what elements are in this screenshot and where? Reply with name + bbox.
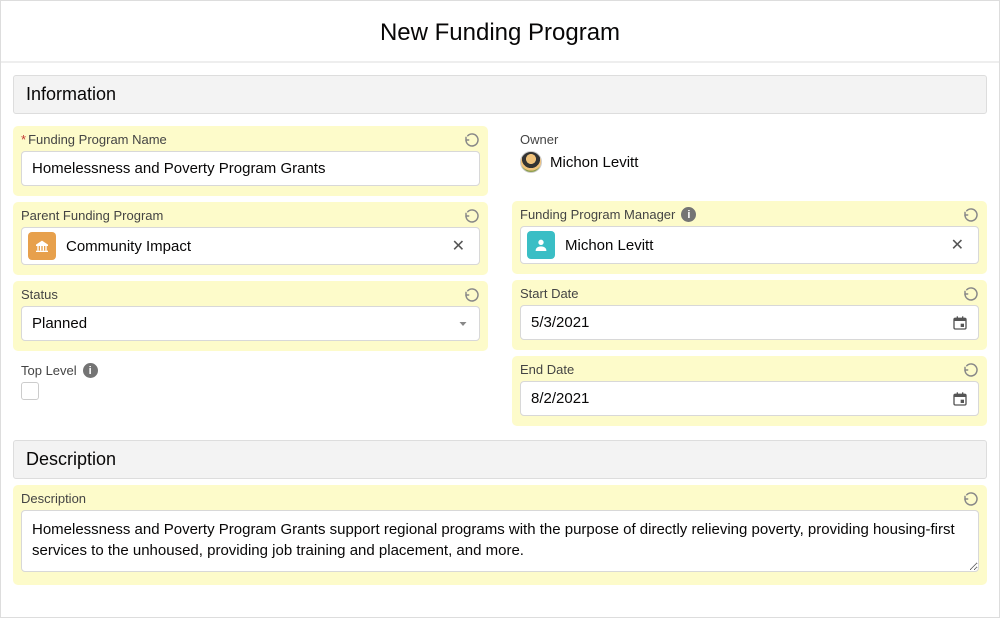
chevron-down-icon — [457, 318, 469, 330]
lookup-manager[interactable]: Michon Levitt ✕ — [520, 226, 979, 264]
avatar-icon — [520, 151, 542, 173]
checkbox-top-level[interactable] — [21, 382, 39, 400]
lookup-parent-value: Community Impact — [66, 238, 434, 255]
label-status: Status — [21, 287, 480, 302]
start-date-value: 5/3/2021 — [531, 314, 952, 331]
lookup-parent-funding-program[interactable]: Community Impact ✕ — [21, 227, 480, 265]
owner-name: Michon Levitt — [550, 154, 638, 171]
input-start-date[interactable]: 5/3/2021 — [520, 305, 979, 340]
select-status[interactable]: Planned — [21, 306, 480, 341]
form-body: *Funding Program Name Parent Funding Pro… — [1, 120, 999, 426]
label-top-level: Top Level i — [21, 363, 480, 378]
section-description-header: Description — [13, 440, 987, 479]
label-start-date: Start Date — [520, 286, 979, 301]
lookup-manager-value: Michon Levitt — [565, 237, 933, 254]
building-icon — [28, 232, 56, 260]
calendar-icon[interactable] — [952, 391, 968, 407]
label-description: Description — [21, 491, 979, 506]
modal-header: New Funding Program — [1, 1, 999, 63]
label-parent-funding-program: Parent Funding Program — [21, 208, 480, 223]
label-funding-program-manager: Funding Program Manager i — [520, 207, 979, 222]
label-owner: Owner — [520, 132, 979, 147]
clear-icon[interactable]: ✕ — [943, 235, 972, 255]
select-status-value: Planned — [32, 315, 87, 332]
field-status: Status Planned — [13, 281, 488, 351]
description-wrap: Description — [1, 485, 999, 585]
field-end-date: End Date 8/2/2021 — [512, 356, 987, 426]
input-funding-program-name[interactable] — [21, 151, 480, 186]
right-column: Owner Michon Levitt Funding Program Mana… — [512, 120, 987, 426]
required-asterisk: * — [21, 132, 26, 147]
left-column: *Funding Program Name Parent Funding Pro… — [13, 120, 488, 426]
input-end-date[interactable]: 8/2/2021 — [520, 381, 979, 416]
calendar-icon[interactable] — [952, 315, 968, 331]
field-funding-program-name: *Funding Program Name — [13, 126, 488, 196]
undo-icon[interactable] — [464, 208, 480, 224]
field-description: Description — [13, 485, 987, 585]
field-top-level: Top Level i — [13, 357, 488, 410]
label-funding-program-name: *Funding Program Name — [21, 132, 480, 147]
textarea-description[interactable] — [21, 510, 979, 572]
owner-value-row: Michon Levitt — [520, 151, 979, 173]
undo-icon[interactable] — [464, 132, 480, 148]
user-icon — [527, 231, 555, 259]
modal-container: New Funding Program Information *Funding… — [0, 0, 1000, 618]
undo-icon[interactable] — [464, 287, 480, 303]
modal-title: New Funding Program — [1, 19, 999, 47]
field-owner: Owner Michon Levitt — [512, 126, 987, 183]
field-parent-funding-program: Parent Funding Program Community Impact … — [13, 202, 488, 275]
label-end-date: End Date — [520, 362, 979, 377]
clear-icon[interactable]: ✕ — [444, 236, 473, 256]
field-start-date: Start Date 5/3/2021 — [512, 280, 987, 350]
undo-icon[interactable] — [963, 362, 979, 378]
undo-icon[interactable] — [963, 286, 979, 302]
end-date-value: 8/2/2021 — [531, 390, 952, 407]
undo-icon[interactable] — [963, 491, 979, 507]
help-icon[interactable]: i — [681, 207, 696, 222]
section-description-label: Description — [26, 449, 116, 469]
help-icon[interactable]: i — [83, 363, 98, 378]
undo-icon[interactable] — [963, 207, 979, 223]
section-information-label: Information — [26, 84, 116, 104]
section-information-header: Information — [13, 75, 987, 114]
field-funding-program-manager: Funding Program Manager i Michon Levitt … — [512, 201, 987, 274]
